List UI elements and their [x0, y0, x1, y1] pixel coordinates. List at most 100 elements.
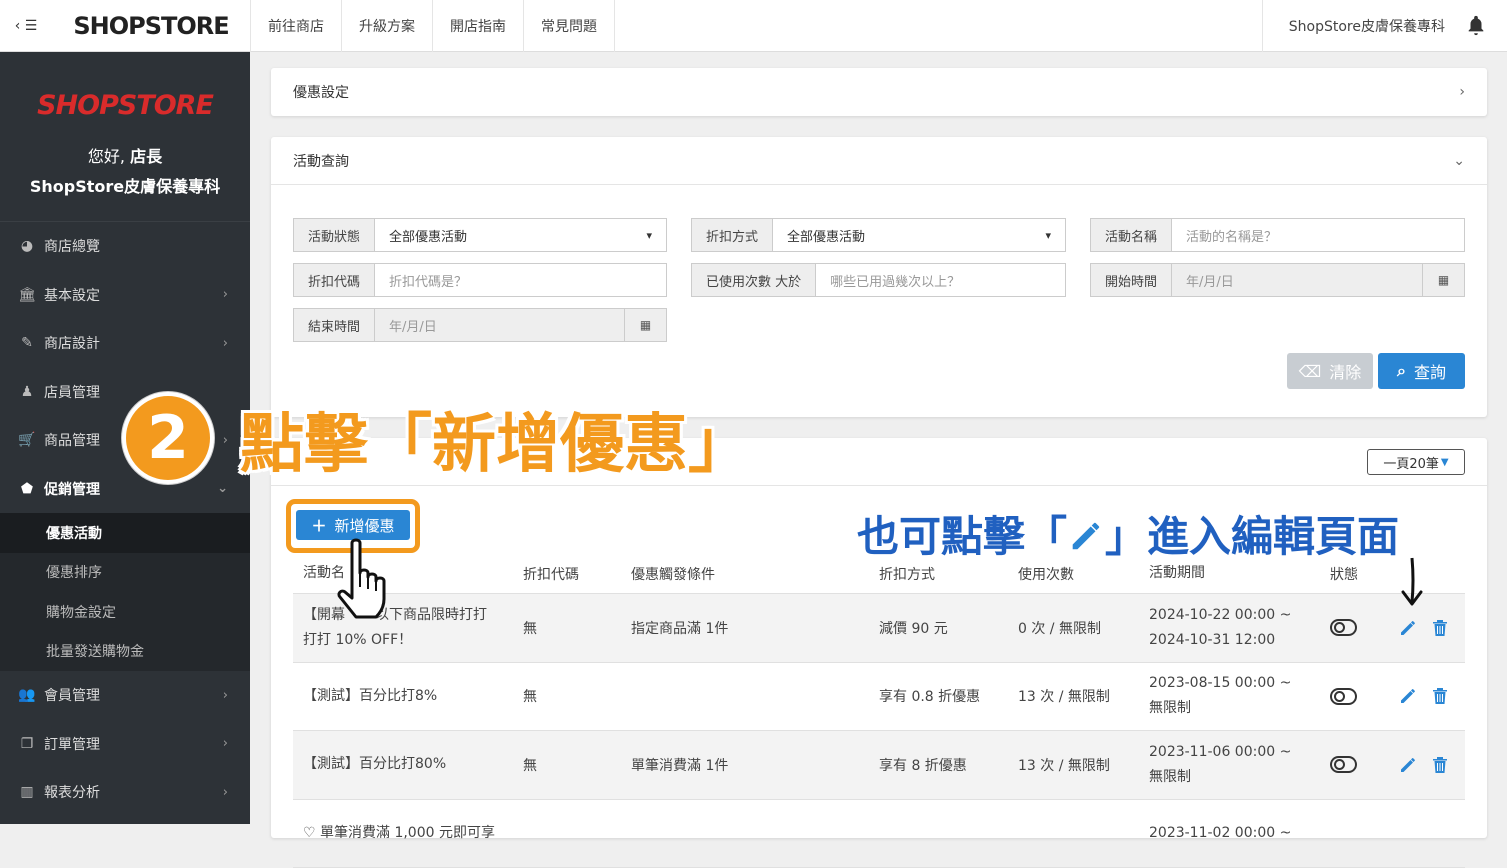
- status-toggle[interactable]: [1330, 688, 1357, 705]
- cell-method: 減價 90 元: [869, 618, 1008, 638]
- sidebar-item-orders[interactable]: ❐訂單管理›: [0, 720, 250, 769]
- sidebar-item-store-design[interactable]: ✎商店設計›: [0, 319, 250, 368]
- step-instruction: 點擊「新增優惠」: [240, 393, 752, 485]
- status-toggle[interactable]: [1330, 619, 1357, 636]
- clear-button[interactable]: ⌫清除: [1287, 353, 1373, 389]
- field-label: 折扣代碼: [294, 264, 375, 296]
- nav-go-store[interactable]: 前往商店: [251, 0, 342, 52]
- role-text: 店長: [130, 147, 162, 166]
- per-page-value: 一頁20筆: [1383, 453, 1439, 472]
- sidebar-item-basic-settings[interactable]: 🏛基本設定›: [0, 271, 250, 320]
- start-date-field[interactable]: 開始時間 年/月/日 ▦: [1090, 263, 1465, 297]
- name-part: 【測試】百分比打80%: [303, 756, 446, 772]
- trash-icon[interactable]: [1431, 755, 1449, 775]
- header-method: 折扣方式: [869, 564, 1008, 584]
- sub-item-credit-settings[interactable]: 購物金設定: [0, 592, 250, 632]
- sub-item-bulk-credit[interactable]: 批量發送購物金: [0, 632, 250, 672]
- period-start: 2023-08-15 00:00 ~: [1149, 675, 1291, 691]
- cell-status: [1320, 756, 1382, 773]
- chevron-right-icon: ›: [1459, 84, 1465, 100]
- chevron-right-icon: ›: [223, 785, 228, 800]
- discount-settings-panel[interactable]: 優惠設定 ›: [271, 68, 1487, 116]
- chevron-down-icon: ▾: [1045, 229, 1051, 242]
- calendar-icon[interactable]: ▦: [624, 309, 666, 341]
- trash-icon[interactable]: [1431, 618, 1449, 638]
- sidebar-store-name: ShopStore皮膚保養專科: [0, 173, 250, 197]
- sidebar-toggle-button[interactable]: ‹ ☰: [0, 0, 52, 52]
- promotions-submenu: 優惠活動 優惠排序 購物金設定 批量發送購物金: [0, 513, 250, 671]
- edit-pencil-icon[interactable]: [1398, 755, 1418, 775]
- calendar-icon[interactable]: ▦: [1422, 264, 1464, 296]
- period-start: 2024-10-22 00:00 ~: [1149, 607, 1291, 623]
- cell-condition: 單筆消費滿 1件: [621, 755, 869, 775]
- status-select[interactable]: 活動狀態 全部優惠活動▾: [293, 218, 667, 252]
- end-date-field[interactable]: 結束時間 年/月/日 ▦: [293, 308, 667, 342]
- selected-value: 全部優惠活動: [389, 226, 467, 245]
- sidebar-item-promotions[interactable]: ⬟促銷管理⌄: [0, 465, 250, 514]
- status-toggle[interactable]: [1330, 756, 1357, 773]
- field-label: 折扣方式: [692, 219, 773, 251]
- sub-item-discount-order[interactable]: 優惠排序: [0, 553, 250, 593]
- start-date-input[interactable]: 年/月/日: [1172, 264, 1422, 296]
- cell-actions: [1382, 755, 1462, 775]
- cell-condition: 指定商品滿 1件: [621, 618, 869, 638]
- chevron-right-icon: ›: [223, 736, 228, 751]
- period-end: 無限制: [1149, 769, 1191, 785]
- edit-pencil-icon[interactable]: [1398, 618, 1418, 638]
- button-label: 清除: [1329, 359, 1361, 383]
- chevron-right-icon: ›: [223, 287, 228, 302]
- nav-upgrade[interactable]: 升級方案: [342, 0, 433, 52]
- name-part: ♡ 單筆消費滿 1,000 元即可享: [303, 825, 495, 841]
- cell-status: [1320, 688, 1382, 705]
- edit-hint: 也可點擊「」進入編輯頁面: [857, 503, 1399, 564]
- bell-icon[interactable]: [1465, 14, 1487, 36]
- sidebar-item-label: 商店設計: [44, 333, 100, 353]
- top-bar: ‹ ☰ SHOPSTORE 前往商店 升級方案 開店指南 常見問題 ShopSt…: [0, 0, 1507, 52]
- code-input[interactable]: 折扣代碼是？: [375, 264, 666, 296]
- table-row: 【測試】百分比打80% 無 單筆消費滿 1件 享有 8 折優惠 13 次 / 無…: [293, 731, 1465, 800]
- sidebar-item-label: 商店總覽: [44, 236, 100, 256]
- select-value[interactable]: 全部優惠活動 ▾: [773, 219, 1065, 251]
- cell-usage: 13 次 / 無限制: [1008, 755, 1139, 775]
- name-input[interactable]: 活動的名稱是？: [1172, 219, 1464, 251]
- period-end: 2024-10-31 12:00: [1149, 632, 1275, 648]
- field-label: 已使用次數 大於: [692, 264, 816, 296]
- code-field[interactable]: 折扣代碼 折扣代碼是？: [293, 263, 667, 297]
- edit-pencil-icon[interactable]: [1398, 686, 1418, 706]
- sidebar-item-reports[interactable]: ▥報表分析›: [0, 768, 250, 817]
- table-row: 【開幕以下商品限時打打打打 10% OFF！ 無 指定商品滿 1件 減價 90 …: [293, 594, 1465, 663]
- add-discount-button[interactable]: ＋新增優惠: [296, 510, 410, 540]
- query-header[interactable]: 活動查詢 ⌄: [271, 137, 1487, 185]
- sub-item-discounts[interactable]: 優惠活動: [0, 513, 250, 553]
- nav-faq[interactable]: 常見問題: [524, 0, 615, 52]
- nav-guide[interactable]: 開店指南: [433, 0, 524, 52]
- used-count-field[interactable]: 已使用次數 大於 哪些已用過幾次以上？: [691, 263, 1066, 297]
- search-button[interactable]: ⌕查詢: [1378, 353, 1465, 389]
- shopstore-logo[interactable]: SHOPSTORE: [52, 0, 250, 52]
- sidebar-item-label: 店員管理: [44, 382, 100, 402]
- period-start: 2023-11-02 00:00 ~: [1149, 825, 1291, 841]
- magic-wand-icon: ✎: [18, 335, 36, 351]
- tag-icon: ⬟: [18, 481, 36, 497]
- header-name[interactable]: 活動名: [293, 561, 513, 586]
- selected-value: 全部優惠活動: [787, 226, 865, 245]
- store-name-link[interactable]: ShopStore皮膚保養專科: [1262, 0, 1445, 52]
- method-select[interactable]: 折扣方式 全部優惠活動 ▾: [691, 218, 1066, 252]
- trash-icon[interactable]: [1431, 686, 1449, 706]
- pointer-hand-icon: [332, 537, 398, 623]
- used-count-input[interactable]: 哪些已用過幾次以上？: [816, 264, 1065, 296]
- sidebar-item-members[interactable]: 👥會員管理›: [0, 671, 250, 720]
- cart-icon: 🛒: [18, 432, 36, 448]
- sidebar-brand: SHOPSTORE 您好, 店長 ShopStore皮膚保養專科: [0, 52, 250, 222]
- name-field[interactable]: 活動名稱 活動的名稱是？: [1090, 218, 1465, 252]
- header-code: 折扣代碼: [513, 564, 621, 584]
- per-page-select[interactable]: 一頁20筆▼: [1367, 449, 1465, 475]
- sidebar-item-staff[interactable]: ♟店員管理: [0, 368, 250, 417]
- select-value[interactable]: 全部優惠活動▾: [375, 219, 666, 251]
- sidebar-item-label: 會員管理: [44, 685, 100, 705]
- field-label: 活動狀態: [294, 219, 375, 251]
- sidebar-item-overview[interactable]: ◕商店總覽: [0, 222, 250, 271]
- end-date-input[interactable]: 年/月/日: [375, 309, 624, 341]
- cell-period: 2023-08-15 00:00 ~無限制: [1139, 671, 1320, 721]
- header-usage: 使用次數: [1008, 564, 1139, 584]
